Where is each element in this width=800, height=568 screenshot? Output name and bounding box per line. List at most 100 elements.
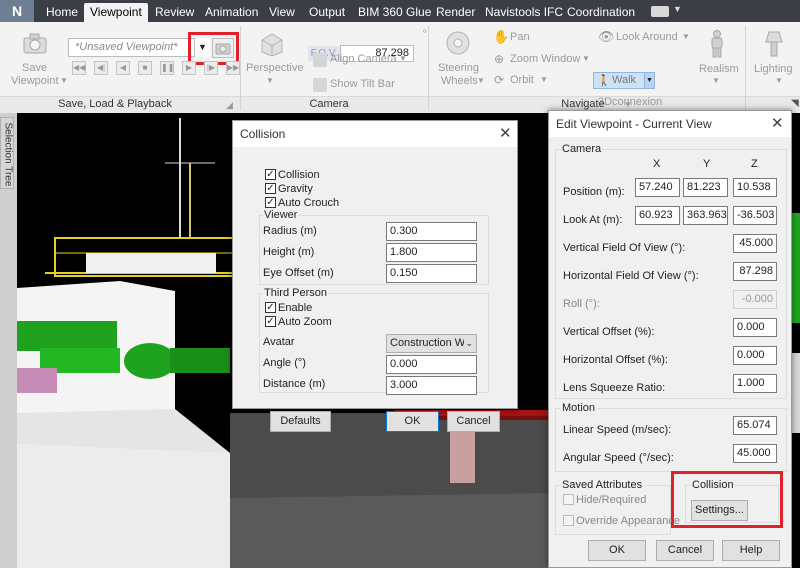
edit-viewpoint-cancel-button[interactable]: Cancel xyxy=(656,540,714,561)
tab-view[interactable]: View xyxy=(263,3,301,22)
selection-tree-tab[interactable]: Selection Tree xyxy=(0,117,14,189)
pan-label[interactable]: Pan xyxy=(510,31,530,43)
avatar-select[interactable]: Construction Work ⌄ xyxy=(386,334,477,353)
play-back-button[interactable]: ◀ xyxy=(116,61,130,75)
collision-checkbox[interactable]: ✓ xyxy=(265,169,276,180)
distance-input[interactable]: 3.000 xyxy=(386,376,477,395)
walk-dropdown-icon[interactable]: ▼ xyxy=(644,72,655,89)
close-icon[interactable]: ✕ xyxy=(499,125,512,142)
steering-dropdown-icon[interactable]: ▼ xyxy=(477,76,485,85)
last-frame-button[interactable]: ▶▶ xyxy=(226,61,240,75)
radius-input[interactable]: 0.300 xyxy=(386,222,477,241)
position-y-input[interactable]: 81.223 xyxy=(683,178,728,197)
tab-render[interactable]: Render xyxy=(430,3,481,22)
pause-button[interactable]: ❚❚ xyxy=(160,61,174,75)
tab-review[interactable]: Review xyxy=(149,3,200,22)
step-back-button[interactable]: ◀| xyxy=(94,61,108,75)
tab-navistools-ifc[interactable]: Navistools IFC xyxy=(479,3,569,22)
align-camera-icon[interactable] xyxy=(313,53,327,67)
look-around-label[interactable]: Look Around xyxy=(616,31,678,43)
vertical-offset-label: Vertical Offset (%): xyxy=(563,326,655,338)
steering-wheels-icon[interactable] xyxy=(445,30,471,56)
look-around-icon[interactable]: 👁 xyxy=(598,29,615,45)
close-icon[interactable]: ✕ xyxy=(771,115,784,132)
save-viewpoint-label-2[interactable]: Viewpoint xyxy=(11,75,59,87)
enable-checkbox[interactable]: ✓ xyxy=(265,302,276,313)
angle-input[interactable]: 0.000 xyxy=(386,355,477,374)
tab-bim360-glue[interactable]: BIM 360 Glue xyxy=(352,3,437,22)
height-input[interactable]: 1.800 xyxy=(386,243,477,262)
horizontal-fov-label: Horizontal Field Of View (°): xyxy=(563,270,699,282)
edit-viewpoint-help-button[interactable]: Help xyxy=(722,540,780,561)
look-at-x-input[interactable]: 60.923 xyxy=(635,206,680,225)
collision-ok-button[interactable]: OK xyxy=(386,411,439,432)
camera-icon[interactable] xyxy=(22,32,48,56)
tab-viewpoint[interactable]: Viewpoint xyxy=(84,3,148,22)
step-forward-button[interactable]: |▶ xyxy=(204,61,218,75)
tilt-bar-icon[interactable] xyxy=(313,78,327,92)
look-at-z-input[interactable]: -36.503 xyxy=(733,206,777,225)
orbit-icon[interactable]: ⟳ xyxy=(494,73,504,87)
eye-offset-input[interactable]: 0.150 xyxy=(386,264,477,283)
navigate-panel-dropdown-icon[interactable]: ▼ xyxy=(624,100,632,109)
tab-output[interactable]: Output xyxy=(303,3,351,22)
realism-label[interactable]: Realism xyxy=(699,63,739,75)
lighting-dropdown-icon[interactable]: ▼ xyxy=(775,76,783,85)
save-viewpoint-label-1[interactable]: Save xyxy=(22,62,47,74)
look-at-y-input[interactable]: 363.963 xyxy=(683,206,728,225)
auto-zoom-checkbox[interactable]: ✓ xyxy=(265,316,276,327)
gravity-checkbox[interactable]: ✓ xyxy=(265,183,276,194)
lens-squeeze-input[interactable]: 1.000 xyxy=(733,374,777,393)
lighting-icon[interactable] xyxy=(763,30,785,58)
angular-speed-input[interactable]: 45.000 xyxy=(733,444,777,463)
steering-wheels-label-1[interactable]: Steering xyxy=(438,62,479,74)
defaults-button[interactable]: Defaults xyxy=(270,411,331,432)
ribbon-scroll-icon[interactable]: ◥ xyxy=(791,98,799,109)
panel-launcher-icon[interactable]: ◢ xyxy=(226,100,233,111)
vertical-offset-input[interactable]: 0.000 xyxy=(733,318,777,337)
horizontal-offset-input[interactable]: 0.000 xyxy=(733,346,777,365)
position-x-input[interactable]: 57.240 xyxy=(635,178,680,197)
save-viewpoint-dropdown-icon[interactable]: ▼ xyxy=(60,76,68,85)
position-z-input[interactable]: 10.538 xyxy=(733,178,777,197)
tab-coordination[interactable]: Coordination xyxy=(561,3,641,22)
auto-crouch-checkbox-label: Auto Crouch xyxy=(278,197,340,209)
show-tilt-bar-label[interactable]: Show Tilt Bar xyxy=(330,78,395,90)
orbit-dropdown-icon[interactable]: ▼ xyxy=(540,75,548,84)
auto-crouch-checkbox[interactable]: ✓ xyxy=(265,197,276,208)
steering-wheels-label-2[interactable]: Wheels xyxy=(441,75,478,87)
viewpoint-combo[interactable]: *Unsaved Viewpoint* xyxy=(68,38,210,57)
align-camera-label[interactable]: Align Camera xyxy=(330,53,397,65)
pan-hand-icon[interactable]: ✋ xyxy=(493,29,509,45)
perspective-label[interactable]: Perspective xyxy=(246,62,303,74)
orbit-label[interactable]: Orbit xyxy=(510,74,534,86)
first-frame-button[interactable]: ◀◀ xyxy=(72,61,86,75)
linear-speed-input[interactable]: 65.074 xyxy=(733,416,777,435)
align-camera-dropdown-icon[interactable]: ▼ xyxy=(399,54,407,63)
zoom-dropdown-icon[interactable]: ▼ xyxy=(582,54,590,63)
perspective-icon[interactable] xyxy=(258,30,286,58)
collision-settings-button[interactable]: Settings... xyxy=(691,500,748,521)
zoom-window-icon[interactable]: ⊕ xyxy=(494,52,504,66)
ribbon: Save Viewpoint ▼ *Unsaved Viewpoint* ▼ ◀… xyxy=(0,22,800,113)
play-button[interactable]: ▶ xyxy=(182,61,196,75)
horizontal-fov-input[interactable]: 87.298 xyxy=(733,262,777,281)
edit-viewpoint-ok-button[interactable]: OK xyxy=(588,540,646,561)
realism-person-icon[interactable] xyxy=(707,30,727,58)
collision-cancel-button[interactable]: Cancel xyxy=(447,411,500,432)
lighting-label[interactable]: Lighting xyxy=(754,63,793,75)
stop-button[interactable]: ■ xyxy=(138,61,152,75)
tab-animation[interactable]: Animation xyxy=(199,3,264,22)
chevron-down-icon[interactable]: ▼ xyxy=(673,4,682,14)
chevron-down-icon[interactable]: ▼ xyxy=(194,38,210,57)
zoom-window-label[interactable]: Zoom Window xyxy=(510,53,580,65)
selection-tree-label: Selection Tree xyxy=(2,122,14,187)
realism-dropdown-icon[interactable]: ▼ xyxy=(712,76,720,85)
video-icon[interactable] xyxy=(651,6,669,17)
perspective-dropdown-icon[interactable]: ▼ xyxy=(266,76,274,85)
save-viewpoint-icon-button[interactable] xyxy=(212,38,234,58)
look-around-dropdown-icon[interactable]: ▼ xyxy=(682,32,690,41)
vertical-fov-input[interactable]: 45.000 xyxy=(733,234,777,253)
tab-home[interactable]: Home xyxy=(40,3,84,22)
application-menu-button[interactable]: N xyxy=(0,0,34,22)
